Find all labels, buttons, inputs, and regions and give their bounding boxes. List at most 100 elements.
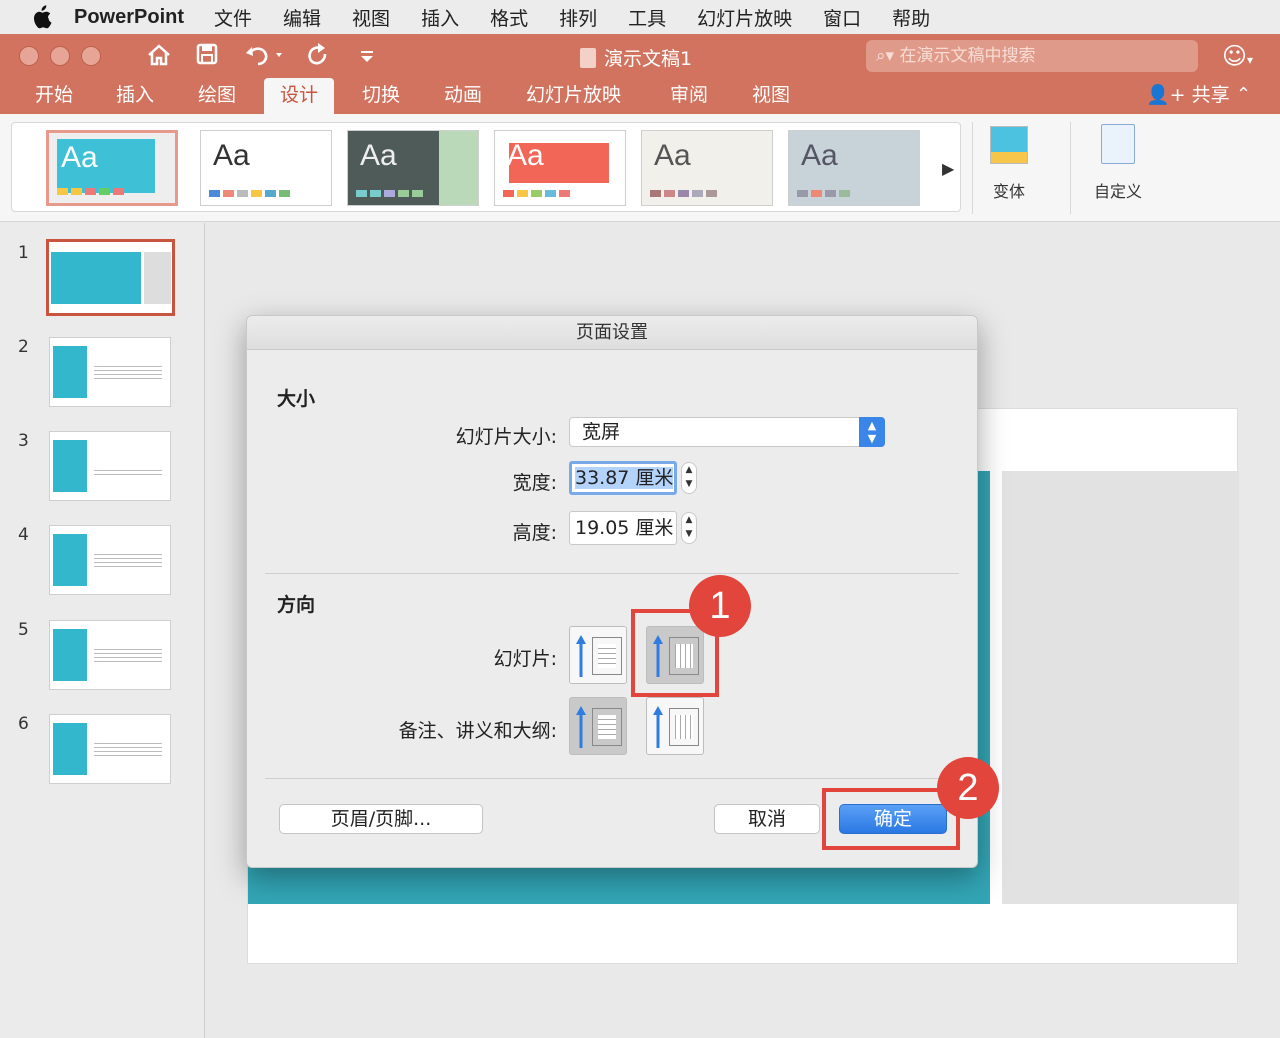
menu-tools[interactable]: 工具 — [628, 4, 666, 31]
slide-size-value: 宽屏 — [582, 421, 621, 443]
theme-thumbnail-5[interactable]: Aa — [641, 130, 773, 206]
width-stepper[interactable]: ▲ ▼ — [681, 462, 697, 494]
header-footer-button[interactable]: 页眉/页脚... — [279, 804, 483, 834]
save-icon[interactable] — [195, 42, 219, 70]
menu-slideshow[interactable]: 幻灯片放映 — [697, 4, 792, 31]
theme-thumbnail-2[interactable]: Aa — [200, 130, 332, 206]
tab-home[interactable]: 开始 — [35, 78, 73, 114]
annotation-badge-1: 1 — [689, 575, 751, 637]
divider — [265, 778, 959, 779]
theme-thumbnail-4[interactable]: Aa — [494, 130, 626, 206]
document-icon — [580, 48, 596, 68]
tab-animations[interactable]: 动画 — [444, 78, 482, 114]
thumbnail-number: 1 — [18, 243, 29, 263]
title-bar: 演示文稿1 ⌕▾ 在演示文稿中搜索 ☺▾ — [0, 34, 1280, 78]
slides-orientation-label: 幻灯片: — [493, 648, 557, 670]
home-icon[interactable] — [146, 42, 172, 70]
slide-thumbnail-3[interactable] — [49, 431, 171, 501]
app-menu[interactable]: PowerPoint — [74, 6, 184, 29]
theme-thumbnail-6[interactable]: Aa — [788, 130, 920, 206]
document-title: 演示文稿1 — [580, 44, 692, 71]
tab-insert[interactable]: 插入 — [116, 78, 154, 114]
tab-design[interactable]: 设计 — [264, 78, 335, 114]
cancel-button[interactable]: 取消 — [714, 804, 820, 834]
undo-icon[interactable] — [244, 42, 284, 70]
height-label: 高度: — [512, 522, 557, 544]
customize-toolbar-icon[interactable] — [360, 42, 374, 70]
menu-edit[interactable]: 编辑 — [283, 4, 321, 31]
divider — [265, 573, 959, 574]
slide-thumbnail-6[interactable] — [49, 714, 171, 784]
height-value: 19.05 厘米 — [575, 517, 674, 539]
notes-orientation-label: 备注、讲义和大纲: — [398, 720, 557, 742]
width-field[interactable]: 33.87 厘米 — [569, 461, 677, 495]
theme-label: Aa — [213, 139, 250, 172]
theme-label: Aa — [507, 139, 544, 172]
annotation-badge-2: 2 — [937, 757, 999, 819]
up-arrow-icon — [653, 706, 663, 748]
slides-portrait-option[interactable] — [569, 626, 627, 684]
notes-landscape-option[interactable] — [646, 697, 704, 755]
dialog-title: 页面设置 — [247, 316, 977, 350]
collapse-ribbon-icon[interactable]: ⌃ — [1236, 78, 1251, 114]
tab-transitions[interactable]: 切换 — [362, 78, 400, 114]
feedback-smiley-icon[interactable]: ☺▾ — [1222, 42, 1253, 70]
height-stepper[interactable]: ▲ ▼ — [681, 512, 697, 544]
thumbnail-number: 4 — [18, 525, 29, 545]
tab-view[interactable]: 视图 — [752, 78, 790, 114]
slide-side-block — [1002, 471, 1239, 904]
search-box[interactable]: ⌕▾ 在演示文稿中搜索 — [866, 40, 1198, 72]
zoom-window-button[interactable] — [81, 46, 101, 66]
menu-view[interactable]: 视图 — [352, 4, 390, 31]
tab-review[interactable]: 审阅 — [670, 78, 708, 114]
portrait-page-icon — [592, 637, 622, 675]
theme-label: Aa — [360, 139, 397, 172]
share-button[interactable]: 👤+ 共享 — [1146, 78, 1230, 114]
variants-icon — [990, 126, 1028, 164]
slide-size-icon — [1101, 124, 1135, 164]
apple-icon[interactable] — [30, 5, 52, 29]
variants-button[interactable]: 变体 — [990, 122, 1028, 202]
thumbnail-number: 2 — [18, 337, 29, 357]
tab-draw[interactable]: 绘图 — [198, 78, 236, 114]
theme-thumbnail-1[interactable]: Aa — [46, 130, 178, 206]
tab-slideshow[interactable]: 幻灯片放映 — [526, 78, 621, 114]
ribbon-panel: Aa Aa Aa Aa Aa Aa ▶ 变体 自定义 — [0, 114, 1280, 222]
slide-size-label: 幻灯片大小: — [455, 426, 557, 448]
minimize-window-button[interactable] — [50, 46, 70, 66]
customize-button[interactable]: 自定义 — [1094, 122, 1142, 202]
menu-help[interactable]: 帮助 — [892, 4, 930, 31]
variants-label: 变体 — [992, 182, 1025, 201]
theme-gallery: Aa Aa Aa Aa Aa Aa ▶ — [11, 122, 961, 212]
customize-label: 自定义 — [1094, 182, 1143, 201]
slide-size-select[interactable]: 宽屏 ▲ ▼ — [569, 417, 885, 447]
select-arrows-icon: ▲ ▼ — [859, 417, 885, 447]
menu-window[interactable]: 窗口 — [823, 4, 861, 31]
close-window-button[interactable] — [19, 46, 39, 66]
menu-insert[interactable]: 插入 — [421, 4, 459, 31]
slide-thumbnail-2[interactable] — [49, 337, 171, 407]
document-title-text: 演示文稿1 — [604, 48, 693, 70]
menu-format[interactable]: 格式 — [490, 4, 528, 31]
landscape-page-icon — [669, 708, 699, 746]
gallery-next-arrow-icon[interactable]: ▶ — [942, 159, 954, 178]
theme-label: Aa — [61, 141, 98, 174]
redo-icon[interactable] — [305, 42, 331, 70]
menu-arrange[interactable]: 排列 — [559, 4, 597, 31]
size-section-heading: 大小 — [277, 388, 316, 410]
theme-thumbnail-3[interactable]: Aa — [347, 130, 479, 206]
slide-thumbnail-1[interactable] — [46, 239, 175, 316]
menu-file[interactable]: 文件 — [214, 4, 252, 31]
search-placeholder: 在演示文稿中搜索 — [899, 46, 1036, 66]
up-arrow-icon — [576, 706, 586, 748]
portrait-page-icon — [592, 708, 622, 746]
width-label: 宽度: — [512, 472, 557, 494]
height-field[interactable]: 19.05 厘米 — [569, 511, 677, 545]
thumbnail-number: 3 — [18, 431, 29, 451]
slide-thumbnail-5[interactable] — [49, 620, 171, 690]
search-icon: ⌕▾ — [876, 46, 900, 66]
thumbnail-number: 6 — [18, 714, 29, 734]
up-arrow-icon — [576, 635, 586, 677]
notes-portrait-option[interactable] — [569, 697, 627, 755]
slide-thumbnail-4[interactable] — [49, 525, 171, 595]
